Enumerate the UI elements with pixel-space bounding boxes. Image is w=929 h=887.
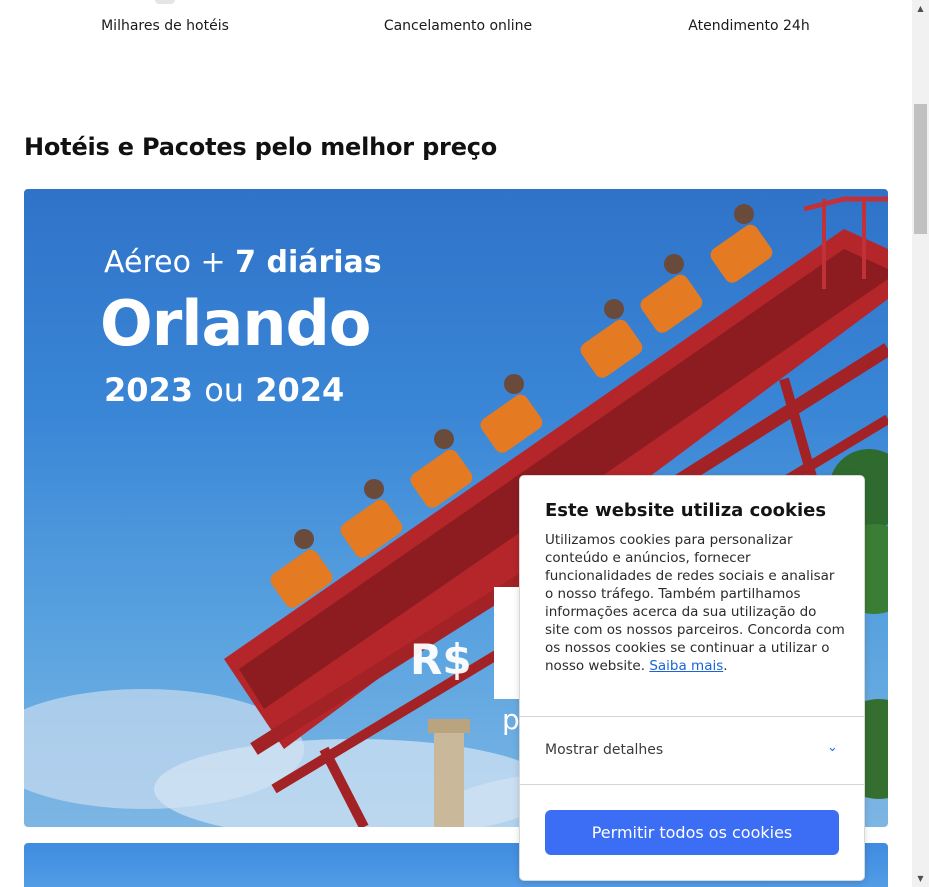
banner-year-a: 2023 bbox=[104, 371, 205, 409]
hotels-icon bbox=[155, 0, 175, 4]
banner-package-text: Aéreo + 7 diárias bbox=[104, 245, 382, 280]
divider bbox=[520, 716, 864, 717]
banner-price-suffix: p bbox=[502, 703, 520, 736]
show-details-toggle[interactable]: Mostrar detalhes bbox=[545, 742, 663, 758]
page-scrollbar[interactable]: ▲ ▼ bbox=[912, 0, 929, 887]
feature-label: Milhares de hotéis bbox=[101, 18, 229, 34]
cookie-title: Este website utiliza cookies bbox=[545, 500, 827, 521]
feature-cancel: Cancelamento online bbox=[328, 18, 588, 34]
feature-hotels: Milhares de hotéis bbox=[35, 0, 295, 34]
cookie-body-period: . bbox=[723, 658, 728, 674]
chevron-down-icon[interactable]: ⌄ bbox=[827, 740, 838, 755]
scrollbar-thumb[interactable] bbox=[914, 104, 927, 234]
banner-year-b: 2024 bbox=[244, 371, 345, 409]
feature-label: Cancelamento online bbox=[383, 18, 533, 34]
divider bbox=[520, 784, 864, 785]
feature-support: Atendimento 24h bbox=[619, 18, 879, 34]
scroll-up-arrow-icon[interactable]: ▲ bbox=[912, 0, 929, 17]
banner-years-or: ou bbox=[204, 371, 245, 409]
cookie-body: Utilizamos cookies para personalizar con… bbox=[545, 531, 845, 675]
cookie-body-text: Utilizamos cookies para personalizar con… bbox=[545, 532, 845, 674]
banner-package-nights: 7 diárias bbox=[235, 245, 382, 280]
banner-package-prefix: Aéreo + bbox=[104, 245, 236, 280]
allow-all-cookies-button[interactable]: Permitir todos os cookies bbox=[545, 810, 839, 855]
scroll-down-arrow-icon[interactable]: ▼ bbox=[912, 870, 929, 887]
banner-destination: Orlando bbox=[100, 287, 371, 360]
features-row: Milhares de hotéis Cancelamento online A… bbox=[0, 0, 912, 60]
section-title: Hotéis e Pacotes pelo melhor preço bbox=[24, 133, 498, 161]
cookie-consent-dialog: Este website utiliza cookies Utilizamos … bbox=[520, 476, 864, 880]
feature-label: Atendimento 24h bbox=[688, 18, 810, 34]
banner-currency: R$ bbox=[410, 635, 472, 684]
banner-years: 2023 ou 2024 bbox=[104, 371, 344, 409]
learn-more-link[interactable]: Saiba mais bbox=[649, 658, 723, 674]
